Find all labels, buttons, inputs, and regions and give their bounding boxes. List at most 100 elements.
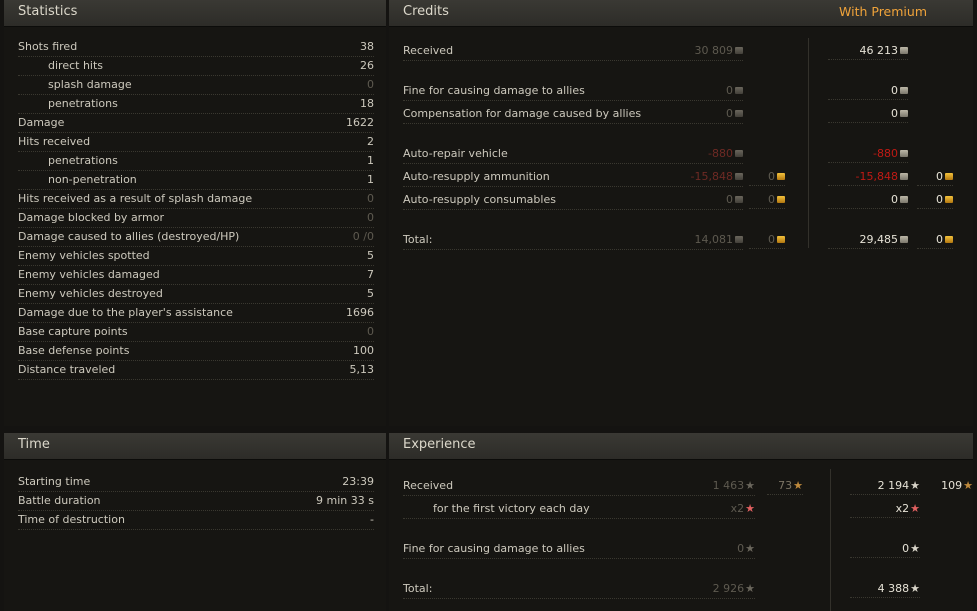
stat-value: 0 [367, 78, 374, 91]
credit-base-gold-value: 0 [768, 233, 775, 246]
credit-premium-gold-value: 0 [936, 233, 943, 246]
credits-icon [900, 110, 908, 117]
stat-row: direct hits 26 [18, 57, 374, 76]
credit-label: Compensation for damage caused by allies [403, 107, 642, 120]
xp-base-value: x2 [730, 502, 745, 515]
credit-row: Auto-repair vehicle -880 [403, 145, 743, 164]
time-value: 9 min 33 s [316, 494, 374, 507]
time-value: - [370, 513, 374, 526]
credit-gold-cell: 0 [749, 168, 785, 186]
credit-premium-value: -15,848 [855, 170, 898, 183]
free-xp-star-icon: ★ [963, 479, 973, 492]
xp-base-value: 0 [737, 542, 745, 555]
xp-label: Fine for causing damage to allies [403, 542, 585, 555]
xp-premium-cell: 2 194★ [850, 477, 920, 495]
xp-free-cell: 73★ [767, 477, 803, 495]
gold-icon [945, 236, 953, 243]
credit-premium-gold-cell: 0 [917, 191, 953, 209]
credits-icon [900, 150, 908, 157]
credit-premium-cell: 0 [828, 105, 908, 123]
gold-icon [777, 196, 785, 203]
statistics-panel: Statistics Shots fired 38 direct hits 26 s… [4, 0, 386, 426]
stat-value: 0 [367, 211, 374, 224]
stat-value: 0 [367, 192, 374, 205]
credit-premium-value: 0 [891, 107, 898, 120]
time-row: Starting time 23:39 [18, 473, 374, 492]
credit-base-gold-value: 0 [768, 170, 775, 183]
time-title: Time [18, 437, 50, 452]
stat-label: Distance traveled [18, 363, 116, 376]
stat-label: Base defense points [18, 344, 130, 357]
star-icon: ★ [745, 582, 755, 595]
xp-premium-value: 0 [902, 542, 910, 555]
credit-premium-value: 46 213 [859, 44, 899, 57]
credit-base-value: 30 809 [694, 44, 734, 57]
stat-label: Enemy vehicles damaged [18, 268, 160, 281]
credit-label: Total: [403, 233, 433, 246]
stat-label: Hits received [18, 135, 91, 148]
credit-gold-cell: 0 [749, 231, 785, 249]
time-label: Battle duration [18, 494, 101, 507]
credits-icon [900, 196, 908, 203]
statistics-title: Statistics [18, 4, 78, 19]
xp-base-value: 1 463 [712, 479, 745, 492]
gold-icon [777, 236, 785, 243]
premium-separator [830, 469, 831, 611]
stat-value: 1696 [346, 306, 374, 319]
stat-row: Enemy vehicles damaged 7 [18, 266, 374, 285]
experience-panel: Experience Received 1 463★ 73★ 2 194★ 109… [389, 433, 973, 611]
credit-base-value: 0 [726, 193, 733, 206]
stat-row: Damage blocked by armor 0 [18, 209, 374, 228]
stat-row: Hits received 2 [18, 133, 374, 152]
credit-premium-cell: -880 [828, 145, 908, 163]
stat-label: Damage due to the player's assistance [18, 306, 233, 319]
stat-row: Base capture points 0 [18, 323, 374, 342]
credit-row: Auto-resupply ammunition -15,848 [403, 168, 743, 187]
credits-icon [900, 87, 908, 94]
stat-value: 5 [367, 287, 374, 300]
credit-premium-gold-value: 0 [936, 170, 943, 183]
credit-premium-value: 29,485 [859, 233, 899, 246]
credits-icon [900, 173, 908, 180]
credit-premium-cell: 46 213 [828, 42, 908, 60]
stat-row: Distance traveled 5,13 [18, 361, 374, 380]
credit-label: Auto-resupply consumables [403, 193, 556, 206]
xp-base-value: 2 926 [712, 582, 745, 595]
xp-row: Received 1 463★ [403, 477, 755, 496]
xp-label: Total: [403, 582, 433, 595]
credit-premium-gold-cell: 0 [917, 168, 953, 186]
experience-header: Experience [389, 433, 973, 460]
credit-label: Received [403, 44, 454, 57]
credits-header: Credits With Premium [389, 0, 973, 27]
stat-row: Damage 1622 [18, 114, 374, 133]
stat-row: Hits received as a result of splash dama… [18, 190, 374, 209]
time-value: 23:39 [342, 475, 374, 488]
stat-label: penetrations [48, 97, 118, 110]
with-premium-title: With Premium [839, 4, 927, 19]
stat-label: Enemy vehicles spotted [18, 249, 150, 262]
star-icon: ★ [910, 479, 920, 492]
credits-icon [735, 150, 743, 157]
xp-label: for the first victory each day [433, 502, 590, 515]
stat-row: Base defense points 100 [18, 342, 374, 361]
xp-premium-cell: 0★ [850, 540, 920, 558]
credits-icon [735, 236, 743, 243]
stat-row: Enemy vehicles spotted 5 [18, 247, 374, 266]
credits-title: Credits [403, 4, 449, 19]
gold-icon [945, 173, 953, 180]
star-icon: ★ [745, 502, 755, 515]
credit-premium-gold-cell: 0 [917, 231, 953, 249]
credit-premium-cell: 0 [828, 191, 908, 209]
credit-base-value: -15,848 [690, 170, 733, 183]
credit-gold-cell: 0 [749, 191, 785, 209]
credit-base-value: 14,081 [694, 233, 734, 246]
credit-row: Auto-resupply consumables 0 [403, 191, 743, 210]
credit-base-gold-value: 0 [768, 193, 775, 206]
stat-label: Shots fired [18, 40, 78, 53]
xp-premium-cell: x2★ [850, 500, 920, 518]
gold-icon [777, 173, 785, 180]
xp-premium-value: x2 [895, 502, 910, 515]
credit-base-value: -880 [708, 147, 733, 160]
time-label: Time of destruction [18, 513, 125, 526]
star-icon: ★ [910, 542, 920, 555]
